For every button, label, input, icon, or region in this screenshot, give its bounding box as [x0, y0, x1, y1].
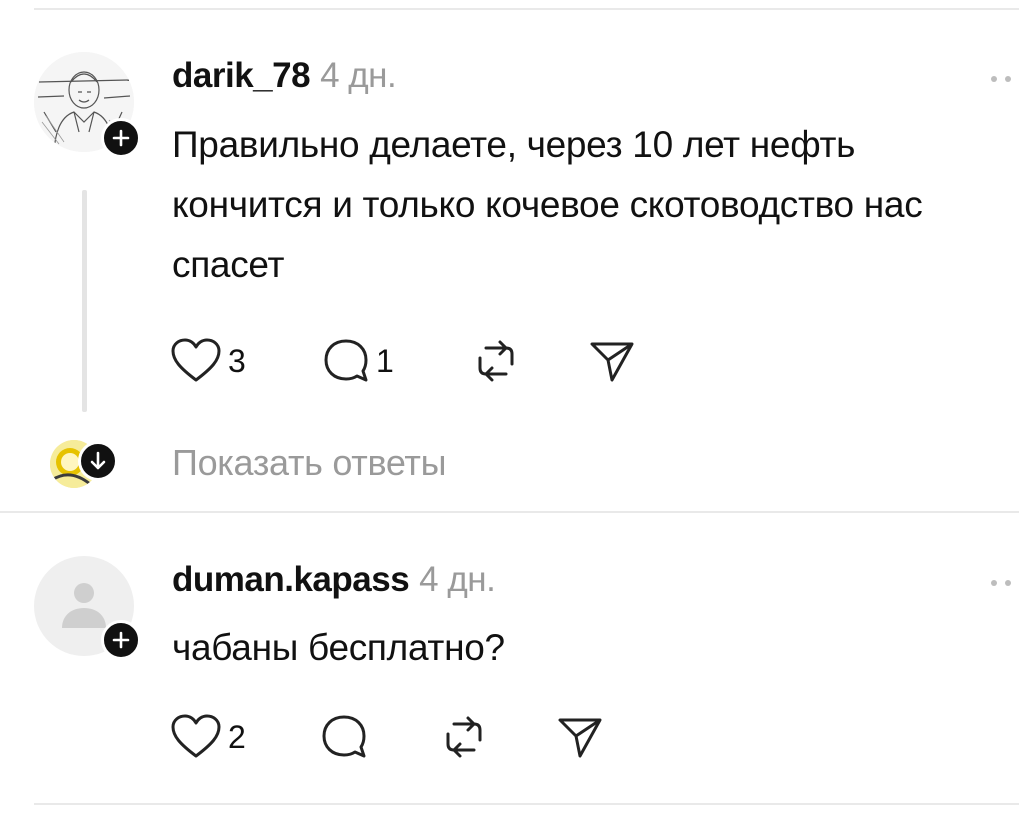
top-divider — [34, 8, 1019, 10]
thread-line — [82, 190, 87, 412]
comment-text: чабаны бесплатно? — [172, 627, 505, 668]
repost-button[interactable] — [472, 338, 520, 384]
heart-outline-icon — [171, 714, 221, 758]
plus-icon — [112, 631, 130, 649]
share-button[interactable] — [556, 714, 604, 760]
like-button[interactable]: 2 — [170, 714, 246, 760]
follow-button[interactable] — [101, 620, 141, 660]
reply-button[interactable]: 1 — [322, 338, 394, 384]
like-count: 3 — [228, 342, 246, 379]
paper-plane-icon — [558, 718, 602, 758]
like-count: 2 — [228, 718, 246, 755]
comment-username[interactable]: duman.kapass 4 дн. — [172, 560, 496, 600]
comment-divider — [0, 511, 1019, 513]
comment-text: Правильно делаете, через 10 лет нефть ко… — [172, 124, 923, 285]
username-text[interactable]: darik_78 — [172, 56, 311, 95]
reply-button[interactable] — [320, 714, 368, 760]
comment-username[interactable]: darik_78 4 дн. — [172, 56, 397, 96]
follow-button[interactable] — [101, 118, 141, 158]
arrow-down-icon — [90, 451, 106, 470]
show-replies-toggle[interactable] — [78, 441, 118, 481]
speech-bubble-icon — [322, 715, 366, 758]
more-dots-icon[interactable] — [986, 74, 1019, 84]
share-button[interactable] — [588, 338, 636, 384]
username-text[interactable]: duman.kapass — [172, 560, 410, 599]
repost-icon — [446, 716, 482, 758]
comment-age: 4 дн. — [320, 56, 397, 95]
paper-plane-icon — [590, 342, 634, 382]
heart-outline-icon — [171, 338, 221, 382]
like-button[interactable]: 3 — [170, 338, 246, 384]
bottom-divider — [34, 803, 1019, 805]
more-dots-icon[interactable] — [986, 578, 1019, 588]
comment-age: 4 дн. — [419, 560, 496, 599]
plus-icon — [112, 129, 130, 147]
repost-button[interactable] — [440, 714, 488, 760]
speech-bubble-icon — [324, 339, 368, 382]
repost-icon — [478, 340, 514, 382]
reply-count: 1 — [376, 342, 394, 379]
show-replies-link[interactable]: Показать ответы — [172, 442, 446, 484]
